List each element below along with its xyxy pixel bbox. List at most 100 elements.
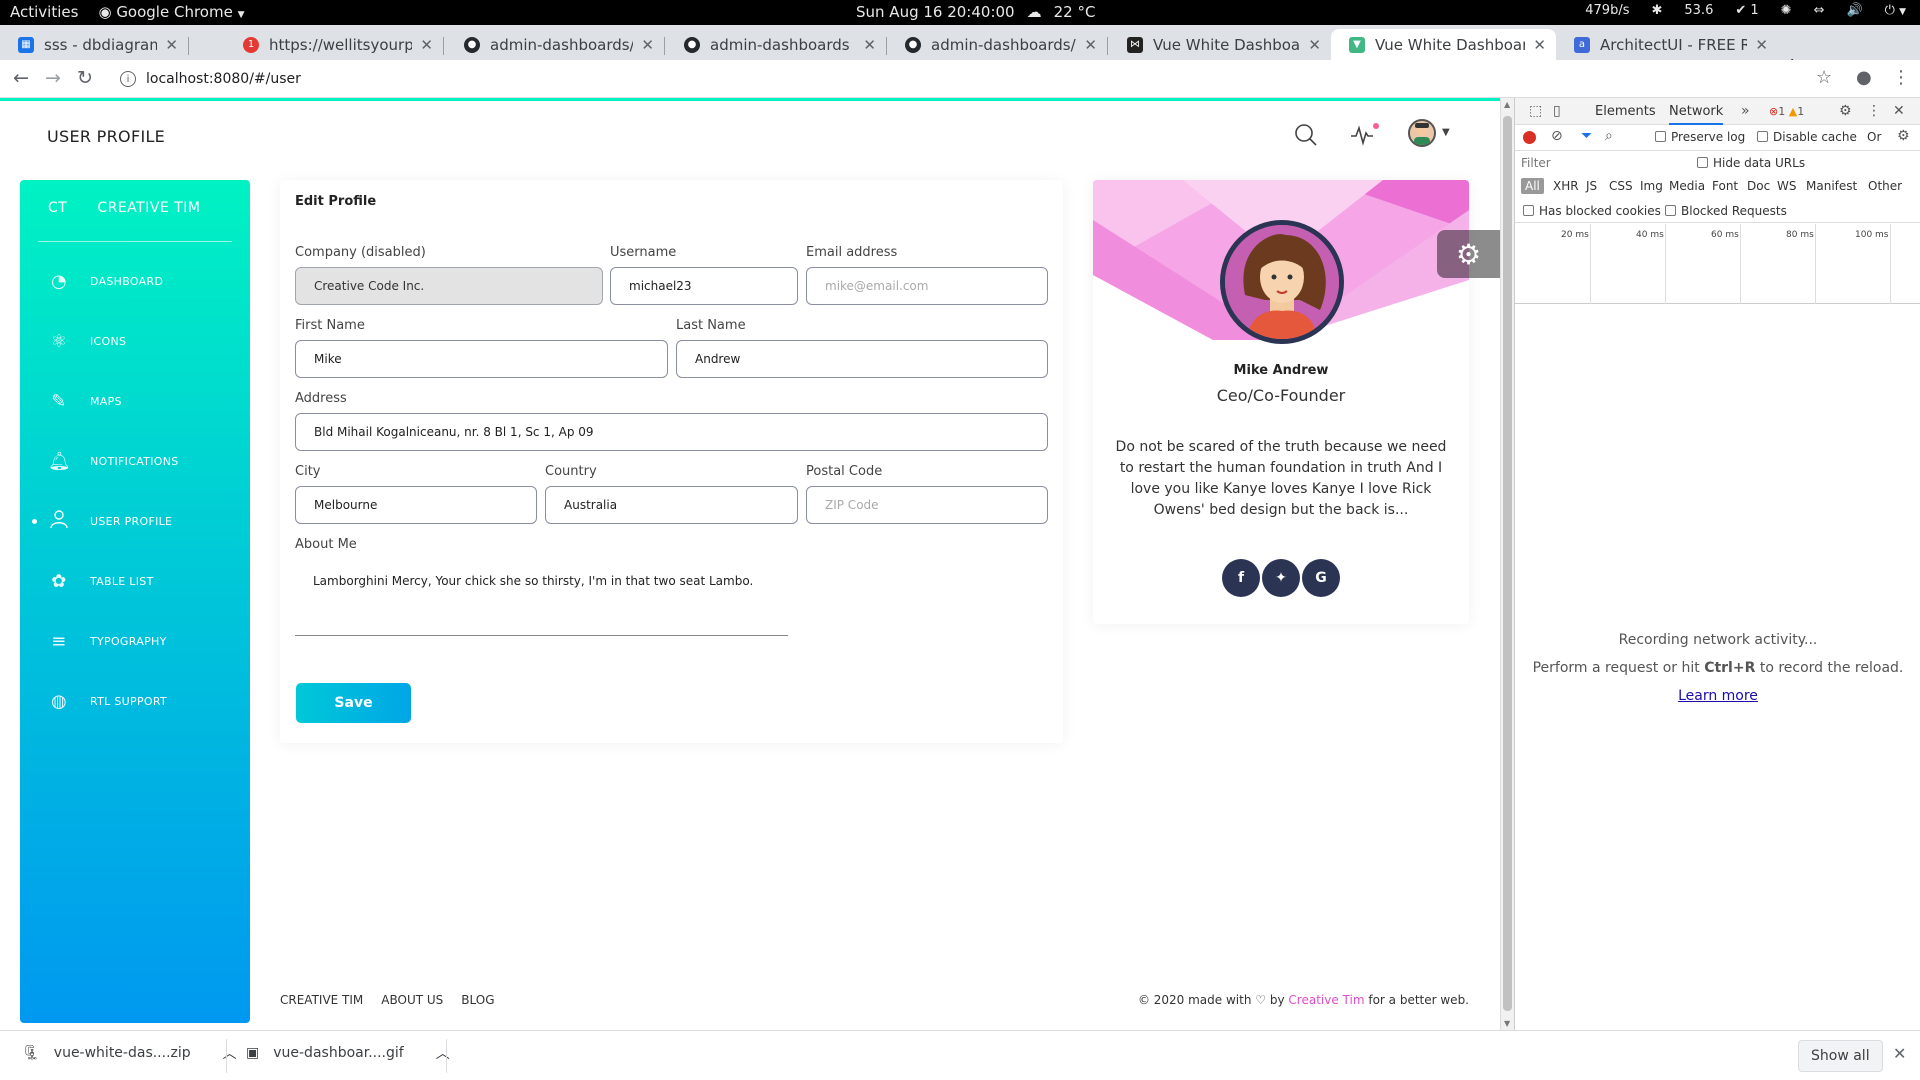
type-filter-js[interactable]: JS <box>1586 179 1597 193</box>
menu-kebab-icon[interactable]: ⋮ <box>1892 67 1910 88</box>
search-icon[interactable]: ⌕ <box>1605 128 1613 144</box>
footer-link-blog[interactable]: BLOG <box>461 993 494 1007</box>
clear-icon[interactable]: ⊘ <box>1551 128 1563 144</box>
tab-wellitsyourplace[interactable]: 1 https://wellitsyourplac ✕ <box>225 29 443 60</box>
blocked-requests-checkbox[interactable]: Blocked Requests <box>1665 204 1787 218</box>
footer-link-about-us[interactable]: ABOUT US <box>381 993 443 1007</box>
sidebar-item-maps[interactable]: ✎ MAPS <box>48 386 122 416</box>
close-icon[interactable]: ✕ <box>641 36 654 54</box>
volume-icon[interactable]: 🔊 <box>1846 3 1862 18</box>
address-bar[interactable]: i localhost:8080/#/user <box>112 65 1832 93</box>
country-input[interactable] <box>545 486 798 524</box>
type-filter-xhr[interactable]: XHR <box>1553 179 1579 193</box>
activities-button[interactable]: Activities <box>10 3 78 21</box>
sidebar-item-icons[interactable]: ⚛ ICONS <box>48 326 126 356</box>
type-filter-css[interactable]: CSS <box>1609 179 1633 193</box>
header-avatar[interactable] <box>1408 119 1436 147</box>
power-icon[interactable]: ⏻ ▼ <box>1885 3 1906 18</box>
error-count[interactable]: ⊗1 ▲1 <box>1769 105 1804 118</box>
tab-elements[interactable]: Elements <box>1595 104 1656 119</box>
scroll-up-icon[interactable]: ▲ <box>1504 100 1510 109</box>
chevron-up-icon[interactable]: ︿ <box>436 1043 450 1063</box>
filter-input[interactable] <box>1521 154 1681 172</box>
facebook-button[interactable]: f <box>1222 559 1260 597</box>
app-menu[interactable]: ◉ Google Chrome ▼ <box>98 3 244 21</box>
close-icon[interactable]: ✕ <box>1308 36 1321 54</box>
address-input[interactable] <box>295 413 1048 451</box>
gear-icon[interactable]: ⚙ <box>1839 103 1852 119</box>
inspect-icon[interactable]: ⬚ <box>1529 103 1542 119</box>
has-blocked-cookies-checkbox[interactable]: Has blocked cookies <box>1523 204 1661 218</box>
network-icon[interactable]: ⇔ <box>1814 3 1825 18</box>
clock-area[interactable]: Sun Aug 16 20:40:00 ☁ 22 °C <box>856 3 1095 21</box>
check-icon[interactable]: ✔ 1 <box>1735 3 1758 18</box>
close-icon[interactable]: ✕ <box>1533 36 1546 54</box>
type-filter-img[interactable]: Img <box>1640 179 1663 193</box>
type-filter-doc[interactable]: Doc <box>1747 179 1770 193</box>
caret-down-icon[interactable]: ▼ <box>1442 127 1450 138</box>
filter-icon[interactable]: ⏷ <box>1581 128 1592 144</box>
search-icon[interactable] <box>1294 123 1318 153</box>
slack-icon[interactable]: ✱ <box>1651 3 1662 18</box>
close-icon[interactable]: ✕ <box>1755 36 1768 54</box>
network-settings-icon[interactable]: ⚙ <box>1897 128 1910 144</box>
scrollbar-thumb[interactable] <box>1503 116 1512 1011</box>
back-arrow-icon[interactable]: ← <box>13 67 29 89</box>
sidebar-item-dashboard[interactable]: ◔ DASHBOARD <box>48 266 163 296</box>
postal-code-input[interactable] <box>806 486 1048 524</box>
first-name-input[interactable] <box>295 340 668 378</box>
type-filter-manifest[interactable]: Manifest <box>1806 179 1857 193</box>
download-item-gif[interactable]: ▣ vue-dashboar....gif ︿ <box>246 1043 450 1063</box>
activity-pulse-icon[interactable] <box>1350 123 1374 153</box>
type-filter-font[interactable]: Font <box>1712 179 1738 193</box>
close-icon[interactable]: ✕ <box>1893 103 1905 119</box>
more-tabs-icon[interactable]: » <box>1741 103 1750 119</box>
bookmark-star-icon[interactable]: ☆ <box>1816 67 1832 88</box>
record-icon[interactable] <box>1523 131 1536 144</box>
type-filter-all[interactable]: All <box>1521 178 1544 194</box>
account-icon[interactable]: ● <box>1856 67 1872 88</box>
type-filter-other[interactable]: Other <box>1868 179 1902 193</box>
tab-network[interactable]: Network <box>1669 104 1724 125</box>
sidebar-item-table-list[interactable]: ✿ TABLE LIST <box>48 566 154 596</box>
close-icon[interactable]: ✕ <box>165 36 178 54</box>
learn-more-link[interactable]: Learn more <box>1678 688 1758 704</box>
brand[interactable]: CT CREATIVE TIM <box>48 200 200 216</box>
preserve-log-checkbox[interactable]: Preserve log <box>1655 130 1745 144</box>
info-icon[interactable]: i <box>120 71 136 87</box>
device-toggle-icon[interactable]: ▯ <box>1553 103 1561 119</box>
hide-data-urls-checkbox[interactable]: Hide data URLs <box>1697 156 1805 170</box>
show-all-button[interactable]: Show all <box>1798 1040 1883 1072</box>
footer-link-creative-tim[interactable]: CREATIVE TIM <box>280 993 363 1007</box>
tab-dbdiagram[interactable]: ▦ sss - dbdiagram.io ✕ <box>0 29 188 60</box>
footer-creative-tim-link[interactable]: Creative Tim <box>1288 993 1364 1007</box>
tab-architectui[interactable]: a ArchitectUI - FREE Rea ✕ <box>1556 29 1778 60</box>
type-filter-media[interactable]: Media <box>1669 179 1705 193</box>
username-input[interactable] <box>610 267 798 305</box>
download-item-zip[interactable]: 🗜︎ vue-white-das....zip ︿ <box>22 1043 237 1063</box>
sidebar-item-typography[interactable]: ≡ TYPOGRAPHY <box>48 626 167 656</box>
tab-admin-dashboards-2[interactable]: ● admin-dashboards (Ac ✕ <box>666 29 886 60</box>
twitter-button[interactable]: ✦ <box>1262 559 1300 597</box>
close-icon[interactable]: ✕ <box>1084 36 1097 54</box>
sidebar-item-rtl-support[interactable]: ◍ RTL SUPPORT <box>48 686 167 716</box>
disable-cache-checkbox[interactable]: Disable cache <box>1757 130 1857 144</box>
about-me-textarea[interactable]: Lamborghini Mercy, Your chick she so thi… <box>295 564 788 636</box>
scroll-down-icon[interactable]: ▼ <box>1504 1019 1510 1028</box>
google-button[interactable]: G <box>1302 559 1340 597</box>
close-icon[interactable]: ✕ <box>863 36 876 54</box>
sidebar-item-notifications[interactable]: 🔔︎ NOTIFICATIONS <box>48 446 179 476</box>
last-name-input[interactable] <box>676 340 1048 378</box>
forward-arrow-icon[interactable]: → <box>45 67 61 89</box>
email-input[interactable] <box>806 267 1048 305</box>
tray-icon[interactable]: ✺ <box>1781 3 1792 18</box>
tab-admin-dashboards-3[interactable]: ● admin-dashboards/vu ✕ <box>887 29 1107 60</box>
settings-plugin-button[interactable]: ⚙ <box>1437 230 1500 278</box>
tab-vue-white-active[interactable]: ▼ Vue White Dashboard b ✕ <box>1331 29 1556 60</box>
type-filter-ws[interactable]: WS <box>1777 179 1796 193</box>
save-button[interactable]: Save <box>296 683 411 723</box>
throttle-select[interactable]: Or <box>1867 130 1881 144</box>
menu-kebab-icon[interactable]: ⋮ <box>1867 103 1881 119</box>
tab-admin-dashboards-1[interactable]: ● admin-dashboards/bo ✕ <box>446 29 664 60</box>
chevron-up-icon[interactable]: ︿ <box>223 1043 237 1063</box>
